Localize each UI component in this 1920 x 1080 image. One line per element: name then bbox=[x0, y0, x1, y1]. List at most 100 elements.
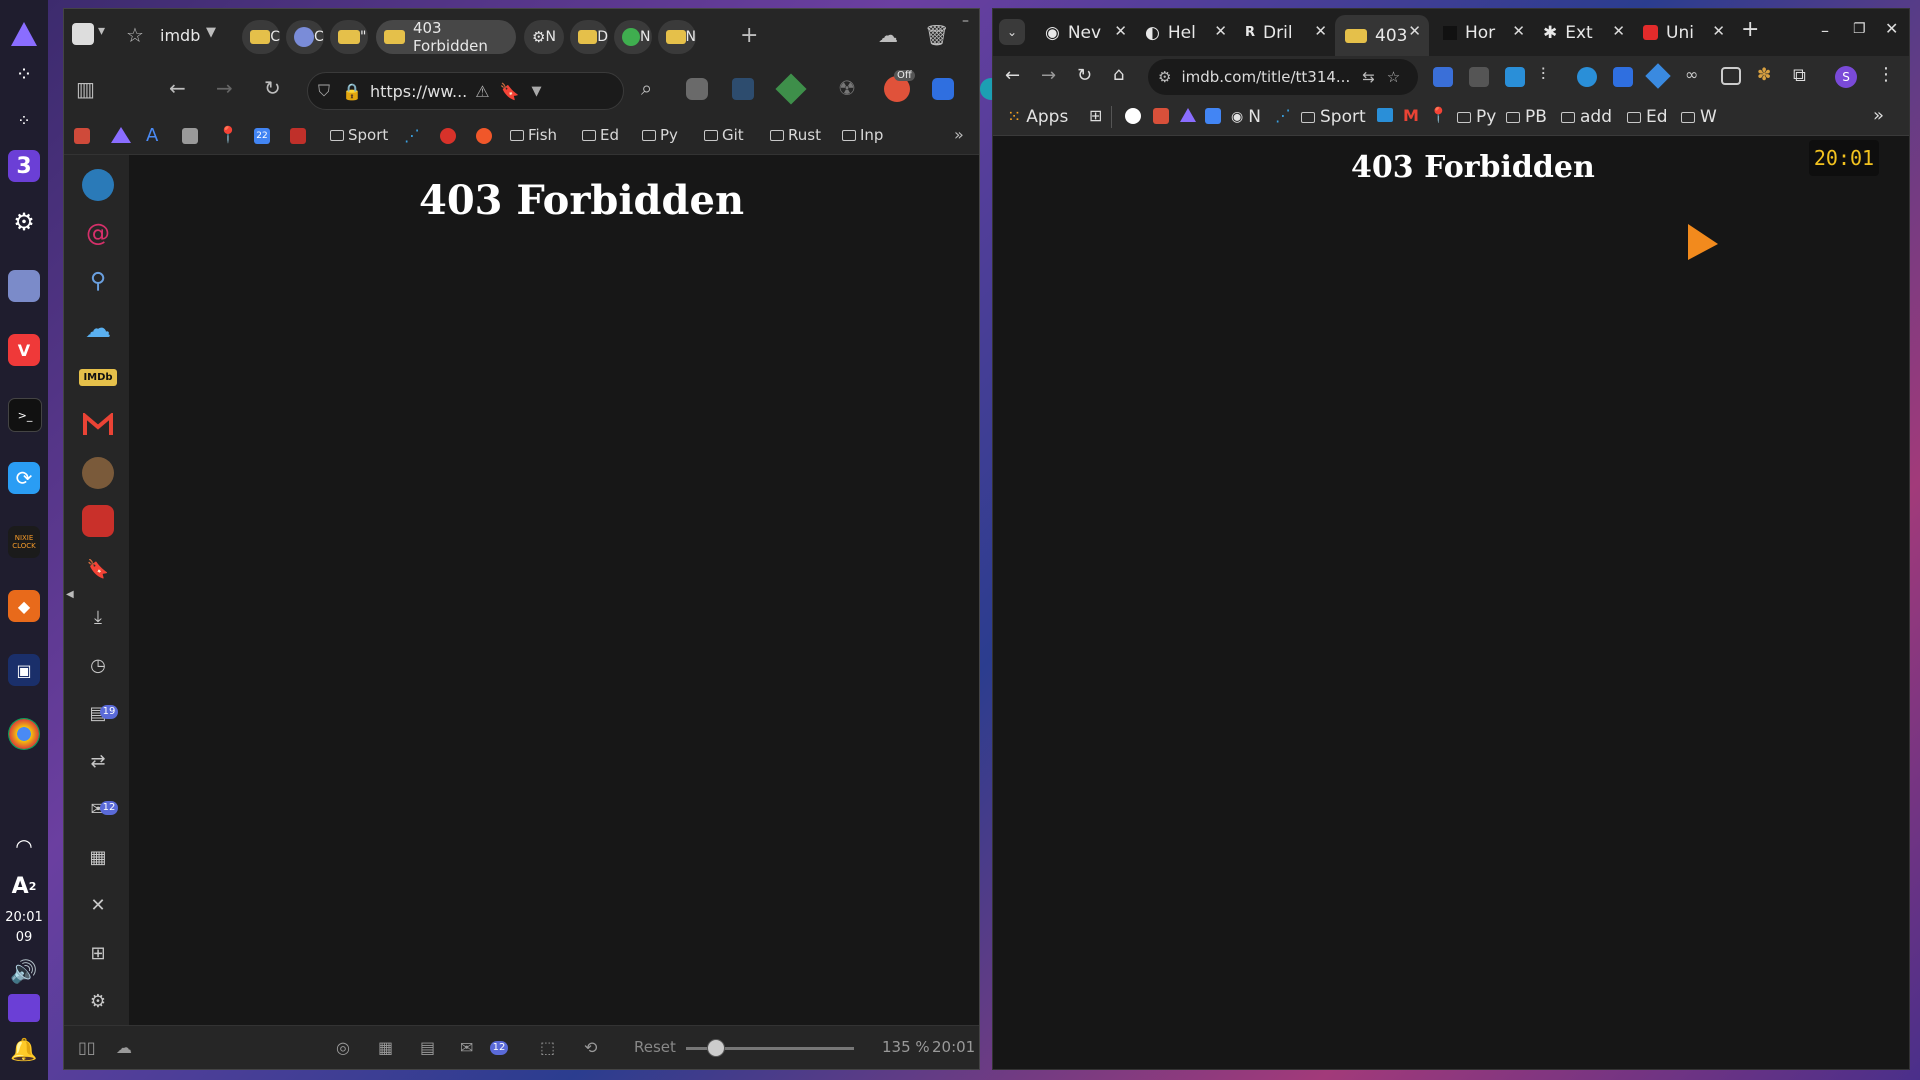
save-extension-icon[interactable] bbox=[1505, 67, 1525, 87]
vivaldi-tab[interactable]: N bbox=[614, 20, 652, 54]
screen-extension-icon[interactable] bbox=[1721, 67, 1741, 85]
omnibox[interactable]: ⚙ imdb.com/title/tt314... ⇆ ☆ bbox=[1148, 59, 1418, 95]
status-calendar-icon[interactable]: ▦ bbox=[378, 1038, 393, 1057]
url-text[interactable]: imdb.com/title/tt314... bbox=[1181, 68, 1350, 86]
bookmarks-panel-icon[interactable]: 🔖 bbox=[82, 553, 114, 585]
vivaldi-tab[interactable]: N bbox=[658, 20, 696, 54]
bookmark-folder-sport[interactable]: Sport bbox=[1301, 107, 1366, 127]
trash-icon[interactable]: 🗑 bbox=[924, 23, 949, 47]
music-extension-icon[interactable] bbox=[1613, 67, 1633, 87]
close-icon[interactable]: ✕ bbox=[1712, 22, 1725, 40]
url-field[interactable]: ⛉ 🔒 https://ww... ⚠ 🔖 ▼ bbox=[307, 72, 624, 110]
gmail-panel-icon[interactable] bbox=[82, 409, 114, 441]
photo-bookmark-icon[interactable] bbox=[182, 128, 198, 144]
vivaldi-tab[interactable]: C bbox=[242, 20, 280, 54]
sync-panel-icon[interactable]: ⇄ bbox=[82, 745, 114, 777]
m-bookmark-icon[interactable] bbox=[440, 128, 456, 144]
chrome-tab[interactable]: ✱ Ext ✕ bbox=[1533, 15, 1633, 50]
debian-icon[interactable]: @ bbox=[82, 217, 114, 249]
bookmark-folder-py[interactable]: Py bbox=[642, 126, 678, 144]
status-cloud-icon[interactable]: ☁ bbox=[116, 1038, 132, 1057]
chrome-tab-active[interactable]: 403 ✕ bbox=[1335, 15, 1429, 56]
monitor-icon[interactable]: ▣ bbox=[8, 654, 40, 686]
workspace-star-icon[interactable]: ☆ bbox=[126, 23, 144, 47]
extensions-puzzle-icon[interactable]: ⧉ bbox=[1793, 65, 1806, 86]
site-info-icon[interactable]: ⚙ bbox=[1158, 68, 1171, 86]
minimize-icon[interactable]: – bbox=[1821, 21, 1829, 40]
diamond-extension-icon[interactable] bbox=[1645, 63, 1671, 89]
vivaldi-tab[interactable]: D bbox=[570, 20, 608, 54]
search-icon[interactable]: ⌕ bbox=[641, 76, 652, 100]
bookmark-n[interactable]: ◉ N bbox=[1231, 107, 1261, 127]
extension-icon[interactable] bbox=[1469, 67, 1489, 87]
close-icon[interactable]: ✕ bbox=[1885, 19, 1898, 38]
bookmark-apps[interactable]: ⁙ Apps bbox=[1007, 107, 1068, 127]
zoom-reset-button[interactable]: Reset bbox=[634, 1038, 676, 1056]
weather-cloud-icon[interactable]: ☁ bbox=[82, 313, 114, 345]
bookmark-folder-git[interactable]: Git bbox=[704, 126, 744, 144]
workspace-label[interactable]: imdb bbox=[160, 26, 200, 45]
chrome-tab[interactable]: Uni ✕ bbox=[1633, 15, 1733, 50]
nixie-clock-icon[interactable]: NIXIE CLOCK bbox=[8, 526, 40, 558]
url-dropdown-icon[interactable]: ▼ bbox=[532, 84, 542, 99]
translate-icon[interactable]: ⇆ bbox=[1362, 68, 1375, 86]
new-tab-icon[interactable]: + bbox=[1741, 17, 1759, 42]
blue-folder-bookmark-icon[interactable] bbox=[1377, 108, 1393, 122]
link-icon[interactable]: ⚲ bbox=[82, 265, 114, 297]
vivaldi-menu-icon[interactable] bbox=[72, 23, 94, 45]
calendar-bookmark-icon[interactable]: 22 bbox=[254, 128, 270, 144]
bookmark-folder-sport[interactable]: Sport bbox=[330, 126, 388, 144]
forward-icon[interactable]: → bbox=[216, 76, 233, 100]
workspace-icon[interactable]: ⁘ bbox=[8, 58, 40, 90]
close-icon[interactable]: ✕ bbox=[1214, 22, 1227, 40]
workspace-alt-icon[interactable]: ⁘ bbox=[8, 104, 40, 136]
bookmark-folder-inp[interactable]: Inp bbox=[842, 126, 883, 144]
bookmark-folder-ed[interactable]: Ed bbox=[582, 126, 619, 144]
home-icon[interactable]: ⌂ bbox=[1113, 64, 1124, 85]
shield-icon[interactable]: ⛉ bbox=[318, 81, 330, 101]
chrome-tab[interactable]: ◉ Nev ✕ bbox=[1035, 15, 1135, 50]
app-launcher-icon[interactable] bbox=[8, 18, 40, 50]
history-panel-icon[interactable]: ◷ bbox=[82, 649, 114, 681]
close-icon[interactable]: ✕ bbox=[1314, 22, 1327, 40]
panel-layout-icon[interactable]: ▯▯ bbox=[78, 1038, 96, 1057]
page-actions-icon[interactable]: ⟲ bbox=[584, 1038, 597, 1057]
puzzle-bookmark-icon[interactable] bbox=[290, 128, 306, 144]
notification-icon[interactable]: 🔔 bbox=[8, 1034, 40, 1066]
keyboard-icon[interactable]: A2 bbox=[8, 870, 40, 902]
google-bookmark-icon[interactable] bbox=[1125, 108, 1141, 124]
close-icon[interactable]: ✕ bbox=[1408, 22, 1421, 40]
restore-icon[interactable]: ❐ bbox=[1853, 21, 1866, 37]
chrome-tab[interactable]: R Dril ✕ bbox=[1235, 15, 1335, 50]
calendar-panel-icon[interactable]: ▦ bbox=[82, 841, 114, 873]
fox-icon[interactable]: ◆ bbox=[8, 590, 40, 622]
share-bookmark-icon[interactable]: ⋰ bbox=[1275, 106, 1291, 125]
close-icon[interactable]: ✕ bbox=[1612, 22, 1625, 40]
stats-extension-icon[interactable]: ⫶ bbox=[1541, 65, 1545, 85]
calendar-bookmark-icon[interactable] bbox=[1205, 108, 1221, 124]
profile-avatar[interactable]: S bbox=[1835, 66, 1857, 88]
radiation-icon[interactable]: ☢ bbox=[838, 76, 856, 100]
new-tab-icon[interactable]: + bbox=[740, 23, 758, 48]
add-panel-icon[interactable]: ⊞ bbox=[82, 937, 114, 969]
bookmark-folder-pb[interactable]: PB bbox=[1506, 107, 1547, 127]
glasses-extension-icon[interactable]: ∞ bbox=[1685, 65, 1698, 84]
back-icon[interactable]: ← bbox=[1005, 65, 1020, 86]
reload-icon[interactable]: ↻ bbox=[264, 76, 281, 100]
vivaldi-tab[interactable]: C bbox=[286, 20, 324, 54]
triangle-bookmark-icon[interactable] bbox=[1179, 107, 1197, 127]
warning-icon[interactable]: ⚠ bbox=[475, 82, 489, 101]
reload-icon[interactable]: ↻ bbox=[1077, 65, 1092, 86]
gmail-bookmark-icon[interactable]: M bbox=[1403, 106, 1419, 125]
minimize-icon[interactable]: – bbox=[962, 13, 969, 29]
photo-bookmark-icon[interactable] bbox=[1153, 108, 1169, 124]
ublock-icon[interactable] bbox=[686, 78, 708, 100]
url-text[interactable]: https://ww... bbox=[370, 82, 467, 101]
panel-collapse-icon[interactable]: ◀ bbox=[66, 589, 74, 600]
extension-icon[interactable] bbox=[732, 78, 754, 100]
vivaldi-tab[interactable]: " bbox=[330, 20, 368, 54]
sync-icon[interactable]: ⟳ bbox=[8, 462, 40, 494]
capture-icon[interactable]: ◎ bbox=[336, 1038, 350, 1057]
files-icon[interactable] bbox=[8, 270, 40, 302]
bookmark-icon[interactable]: 🔖 bbox=[500, 82, 520, 101]
